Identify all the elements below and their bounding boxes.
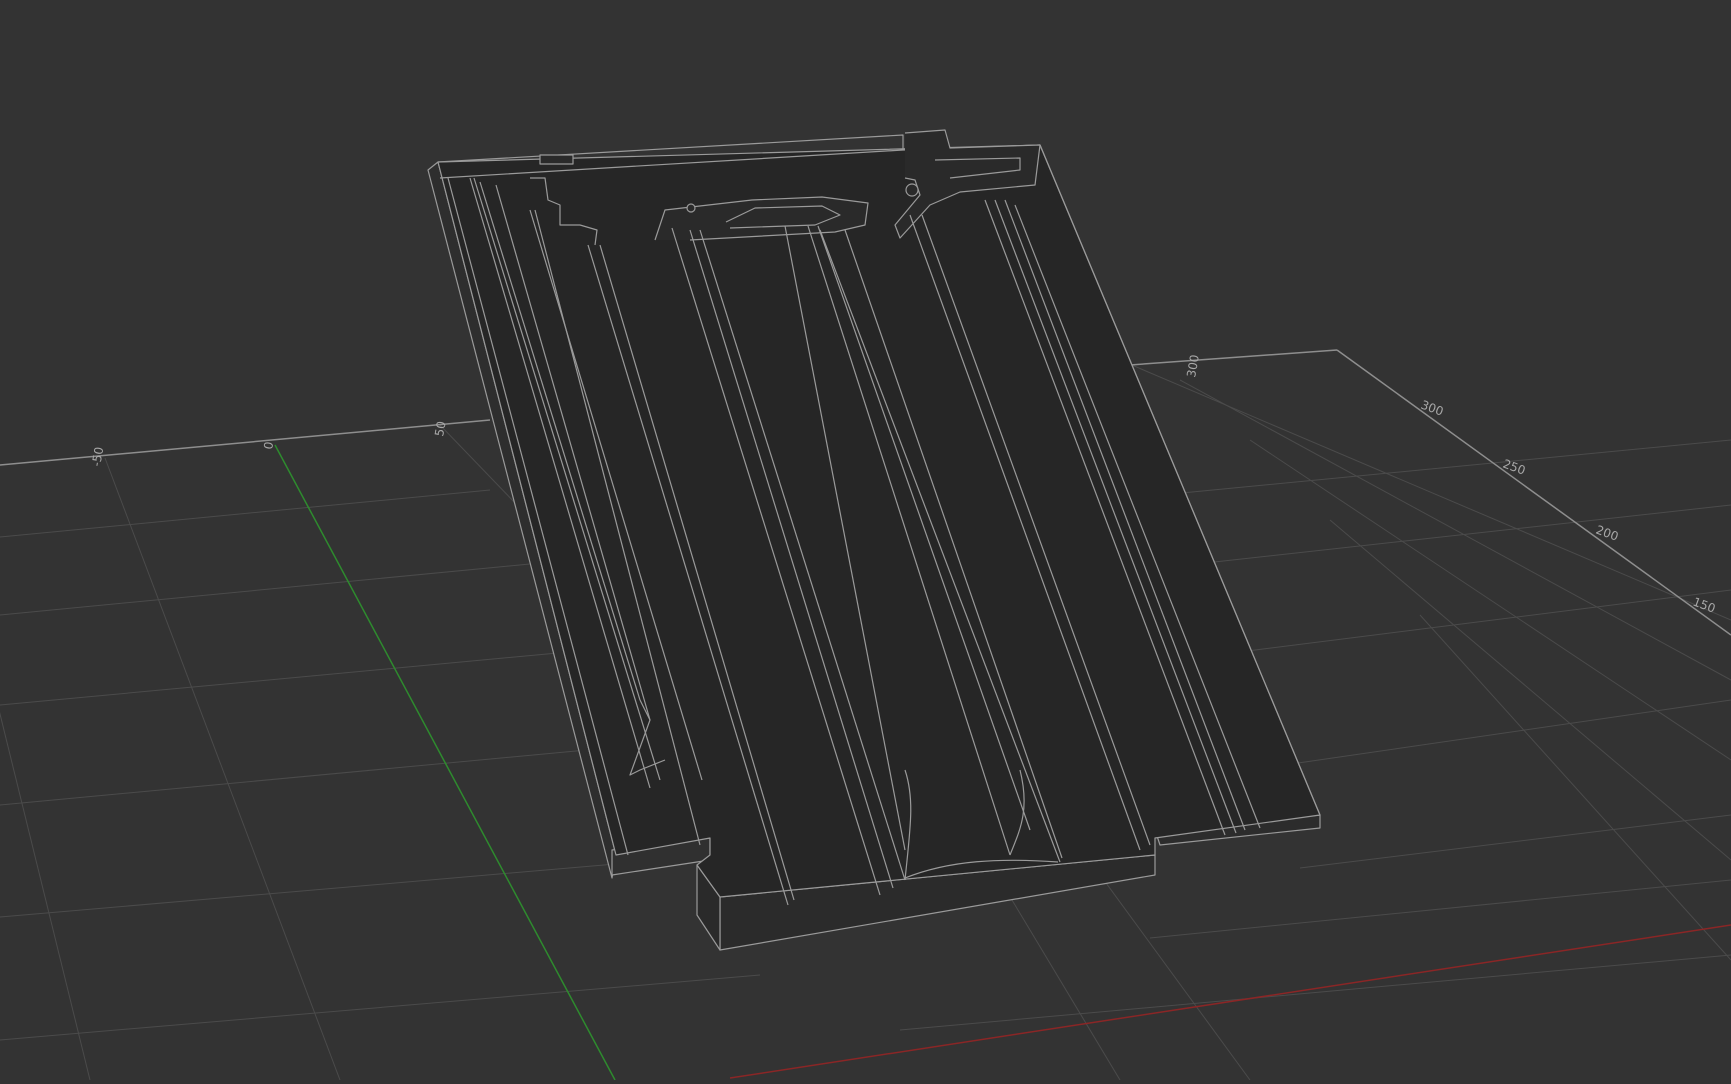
viewport-canvas[interactable]: -50 0 50 300 300 250 200 150: [0, 0, 1731, 1081]
3d-viewport[interactable]: -50 0 50 300 300 250 200 150: [0, 0, 1731, 1081]
ruler-label: 50: [432, 420, 448, 437]
